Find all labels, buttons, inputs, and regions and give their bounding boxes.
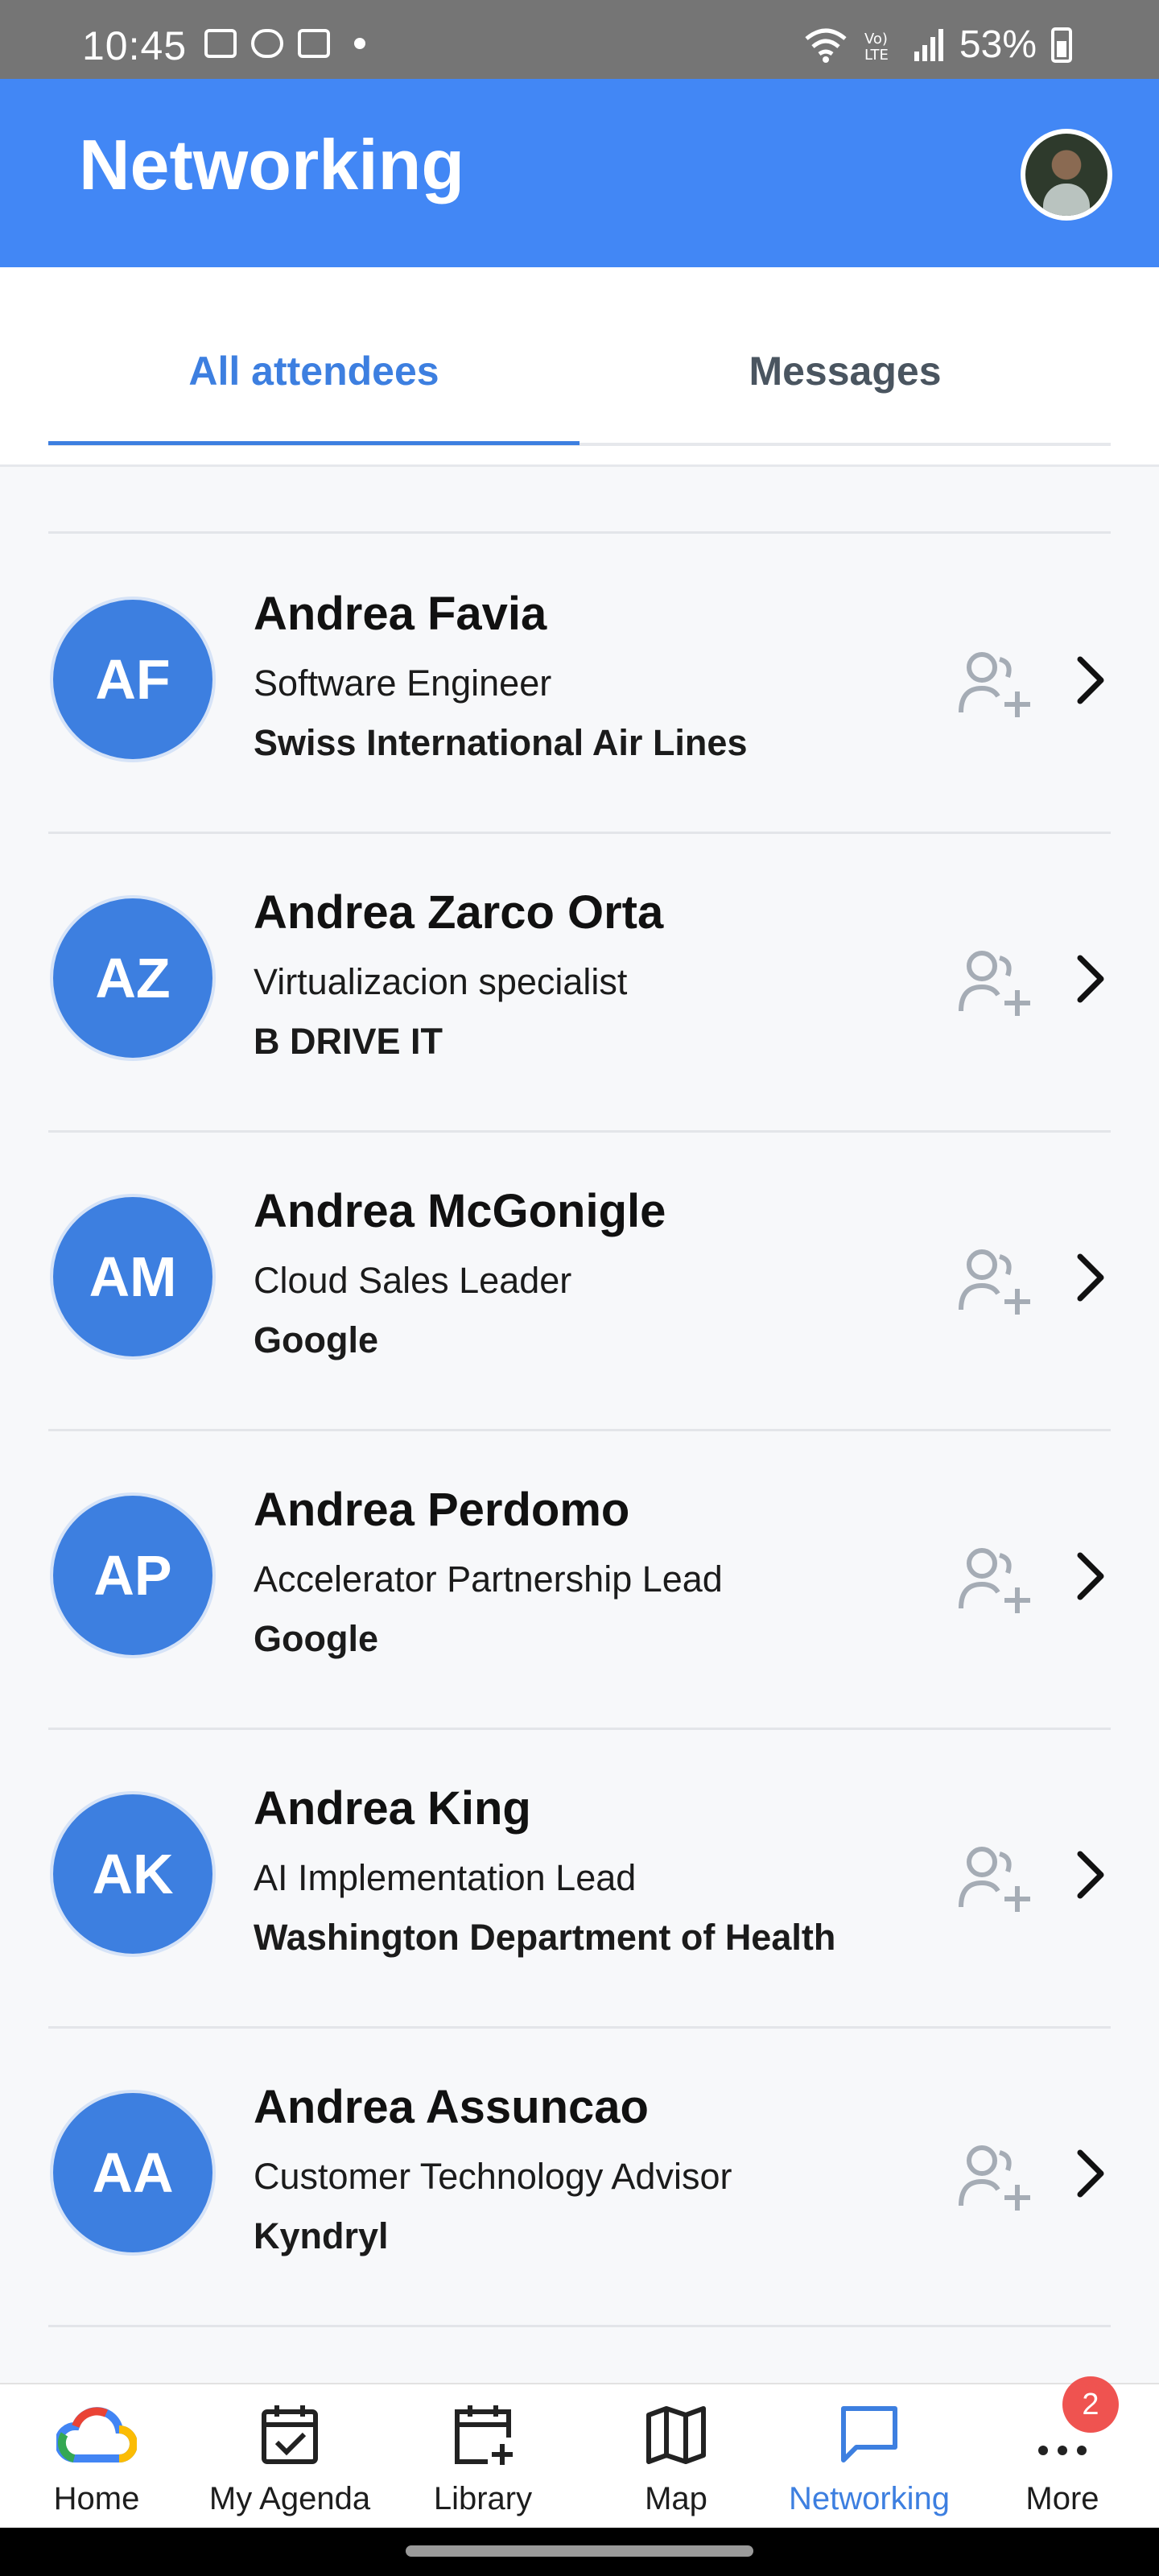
attendee-avatar: AK xyxy=(50,1791,216,1957)
attendee-company: Swiss International Air Lines xyxy=(254,722,748,763)
bottom-nav: Home My Agenda Library Map Networking Mo… xyxy=(0,2383,1159,2528)
nav-my-agenda[interactable]: My Agenda xyxy=(193,2402,386,2523)
tab-messages[interactable]: Messages xyxy=(580,348,1111,394)
wifi-icon xyxy=(805,28,847,63)
status-time: 10:45 xyxy=(82,23,188,68)
calendar-check-icon xyxy=(262,2405,318,2464)
attendee-company: Google xyxy=(254,1618,378,1659)
attendee-avatar: AZ xyxy=(50,895,216,1061)
attendee-name: Andrea McGonigle xyxy=(254,1185,666,1237)
nav-networking[interactable]: Networking xyxy=(773,2402,966,2523)
attendee-role: Software Engineer xyxy=(254,663,552,704)
add-contact-icon[interactable] xyxy=(958,650,1032,717)
attendee-role: Virtualizacion specialist xyxy=(254,961,628,1002)
add-contact-icon[interactable] xyxy=(958,1844,1032,1912)
nav-home-label: Home xyxy=(53,2481,140,2516)
chevron-right-icon[interactable] xyxy=(1070,947,1111,1011)
attendee-company: Google xyxy=(254,1319,378,1360)
gesture-bar xyxy=(0,2528,1159,2576)
battery-icon xyxy=(1051,27,1072,63)
chevron-right-icon[interactable] xyxy=(1070,648,1111,712)
list-divider xyxy=(48,2325,1111,2327)
more-notifications-icon xyxy=(354,38,365,49)
home-gesture-handle[interactable] xyxy=(406,2545,753,2557)
page-title: Networking xyxy=(79,125,465,204)
attendee-name: Andrea Perdomo xyxy=(254,1484,630,1536)
attendee-row[interactable]: AA Andrea Assuncao Customer Technology A… xyxy=(0,2027,1159,2325)
nav-library-label: Library xyxy=(433,2481,533,2516)
tab-bar: All attendees Messages xyxy=(0,267,1159,467)
attendee-company: B DRIVE IT xyxy=(254,1021,443,1062)
svg-text:Vo): Vo) xyxy=(864,31,888,47)
signal-icon xyxy=(914,28,943,61)
tab-active-indicator xyxy=(48,441,580,445)
snapchat-icon xyxy=(251,29,283,58)
profile-photo xyxy=(1025,134,1107,216)
app-bar: Networking xyxy=(0,79,1159,267)
attendee-role: AI Implementation Lead xyxy=(254,1857,637,1898)
attendee-avatar: AM xyxy=(50,1194,216,1360)
attendee-avatar: AP xyxy=(50,1492,216,1658)
system-indicators: Vo) LTE 53% xyxy=(803,23,1072,67)
add-contact-icon[interactable] xyxy=(958,2143,1032,2211)
nav-map[interactable]: Map xyxy=(580,2402,773,2523)
svg-text:LTE: LTE xyxy=(864,47,889,63)
attendee-role: Cloud Sales Leader xyxy=(254,1260,572,1301)
attendee-company: Kyndryl xyxy=(254,2215,389,2256)
chevron-right-icon[interactable] xyxy=(1070,2141,1111,2206)
status-bar: 10:45 Vo) LTE 53% xyxy=(0,0,1159,79)
chevron-right-icon[interactable] xyxy=(1070,1544,1111,1608)
attendee-avatar: AF xyxy=(50,597,216,762)
attendee-company: Washington Department of Health xyxy=(254,1917,836,1958)
map-icon xyxy=(646,2406,706,2464)
battery-percent: 53% xyxy=(959,23,1037,66)
attendee-row[interactable]: AF Andrea Favia Software Engineer Swiss … xyxy=(0,534,1159,832)
chevron-right-icon[interactable] xyxy=(1070,1843,1111,1907)
volte-icon: Vo)LTE xyxy=(864,31,889,63)
nav-my-agenda-label: My Agenda xyxy=(208,2481,371,2516)
outlook-icon xyxy=(298,29,330,58)
attendee-row[interactable]: AZ Andrea Zarco Orta Virtualizacion spec… xyxy=(0,832,1159,1130)
attendee-row[interactable]: AP Andrea Perdomo Accelerator Partnershi… xyxy=(0,1430,1159,1728)
attendee-name: Andrea Favia xyxy=(254,588,547,640)
gallery-icon xyxy=(204,29,237,58)
attendee-role: Customer Technology Advisor xyxy=(254,2156,732,2197)
tab-all-attendees[interactable]: All attendees xyxy=(48,348,580,394)
nav-more-label: More xyxy=(1025,2481,1099,2516)
notification-badge: 2 xyxy=(1062,2376,1119,2433)
add-contact-icon[interactable] xyxy=(958,948,1032,1016)
attendee-row[interactable]: AM Andrea McGonigle Cloud Sales Leader G… xyxy=(0,1131,1159,1429)
notification-icons xyxy=(204,29,365,58)
add-contact-icon[interactable] xyxy=(958,1247,1032,1315)
attendee-name: Andrea Assuncao xyxy=(254,2081,649,2133)
calendar-plus-icon xyxy=(455,2405,513,2465)
add-contact-icon[interactable] xyxy=(958,1546,1032,1613)
profile-avatar[interactable] xyxy=(1021,129,1112,221)
google-cloud-icon xyxy=(56,2407,137,2462)
nav-networking-label: Networking xyxy=(788,2481,951,2516)
chevron-right-icon[interactable] xyxy=(1070,1245,1111,1310)
chat-icon xyxy=(841,2406,897,2462)
nav-map-label: Map xyxy=(645,2481,707,2516)
nav-library[interactable]: Library xyxy=(386,2402,580,2523)
attendee-row[interactable]: AK Andrea King AI Implementation Lead Wa… xyxy=(0,1728,1159,2026)
attendee-name: Andrea King xyxy=(254,1782,531,1835)
attendee-name: Andrea Zarco Orta xyxy=(254,886,664,939)
nav-more[interactable]: More xyxy=(966,2402,1159,2523)
nav-home[interactable]: Home xyxy=(0,2402,193,2523)
attendee-role: Accelerator Partnership Lead xyxy=(254,1558,723,1600)
attendee-avatar: AA xyxy=(50,2090,216,2256)
